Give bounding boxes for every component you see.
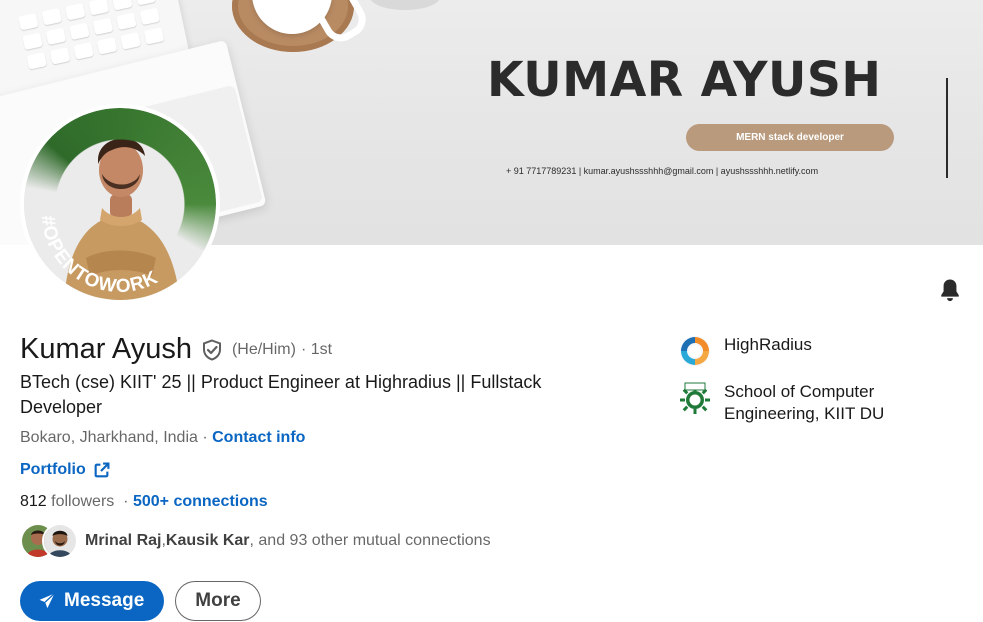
school-name: School of Computer Engineering, KIIT DU xyxy=(724,382,885,423)
portfolio-label: Portfolio xyxy=(20,461,86,478)
contact-info-link[interactable]: Contact info xyxy=(212,429,305,446)
followers-count: 812 xyxy=(20,493,47,510)
profile-name: Kumar Ayush xyxy=(20,333,192,365)
current-company[interactable]: HighRadius xyxy=(678,334,904,368)
more-button[interactable]: More xyxy=(175,581,261,621)
profile-name-row: Kumar Ayush (He/Him) · 1st xyxy=(20,333,332,366)
banner-name: KUMAR AYUSH xyxy=(487,52,882,108)
open-to-work-badge: #OPENTOWORK xyxy=(37,214,162,297)
profile-photo[interactable]: #OPENTOWORK xyxy=(20,104,220,304)
banner-contact-line: + 91 7717789231 | kumar.ayushssshhh@gmai… xyxy=(506,166,819,176)
followers-label: followers xyxy=(46,493,115,510)
company-name: HighRadius xyxy=(724,335,812,354)
shield-check-icon[interactable] xyxy=(200,338,224,362)
education-school[interactable]: School of Computer Engineering, KIIT DU xyxy=(678,381,904,425)
bell-icon[interactable] xyxy=(936,276,964,304)
mutual-rest: , and 93 other mutual connections xyxy=(249,532,491,549)
location-row: Bokaro, Jharkhand, India · Contact info xyxy=(20,429,305,447)
paper-plane-icon xyxy=(39,593,55,609)
kiit-logo-icon xyxy=(680,382,710,414)
pronouns: (He/Him) xyxy=(231,340,296,358)
banner-role-pill: MERN stack developer xyxy=(686,124,894,151)
highradius-logo-icon xyxy=(680,336,710,366)
profile-actions: Message More xyxy=(20,581,261,621)
followers-row: 812 followers · 500+ connections xyxy=(20,493,268,511)
connection-degree: · 1st xyxy=(300,340,333,358)
avatar xyxy=(42,523,78,559)
location-text: Bokaro, Jharkhand, India xyxy=(20,429,198,446)
mutual-name-2: Kausik Kar xyxy=(165,532,250,549)
connections-separator: · xyxy=(114,493,133,510)
saucer-decoration xyxy=(370,0,440,10)
message-button[interactable]: Message xyxy=(20,581,165,621)
svg-text:#OPENTOWORK: #OPENTOWORK xyxy=(37,214,162,297)
location-separator: · xyxy=(197,429,213,446)
external-link-icon xyxy=(94,462,110,477)
message-button-label: Message xyxy=(64,590,145,611)
mutual-avatars xyxy=(20,522,78,560)
connections-link[interactable]: 500+ connections xyxy=(133,493,268,510)
portfolio-link[interactable]: Portfolio xyxy=(20,461,110,479)
open-to-work-label: #OPENTOWORK xyxy=(37,214,161,297)
mutual-name-1: Mrinal Raj xyxy=(85,532,162,549)
banner-divider xyxy=(946,78,948,178)
profile-headline: BTech (cse) KIIT' 25 || Product Engineer… xyxy=(20,372,542,417)
mutual-connections[interactable]: Mrinal Raj, Kausik Kar, and 93 other mut… xyxy=(20,522,491,560)
